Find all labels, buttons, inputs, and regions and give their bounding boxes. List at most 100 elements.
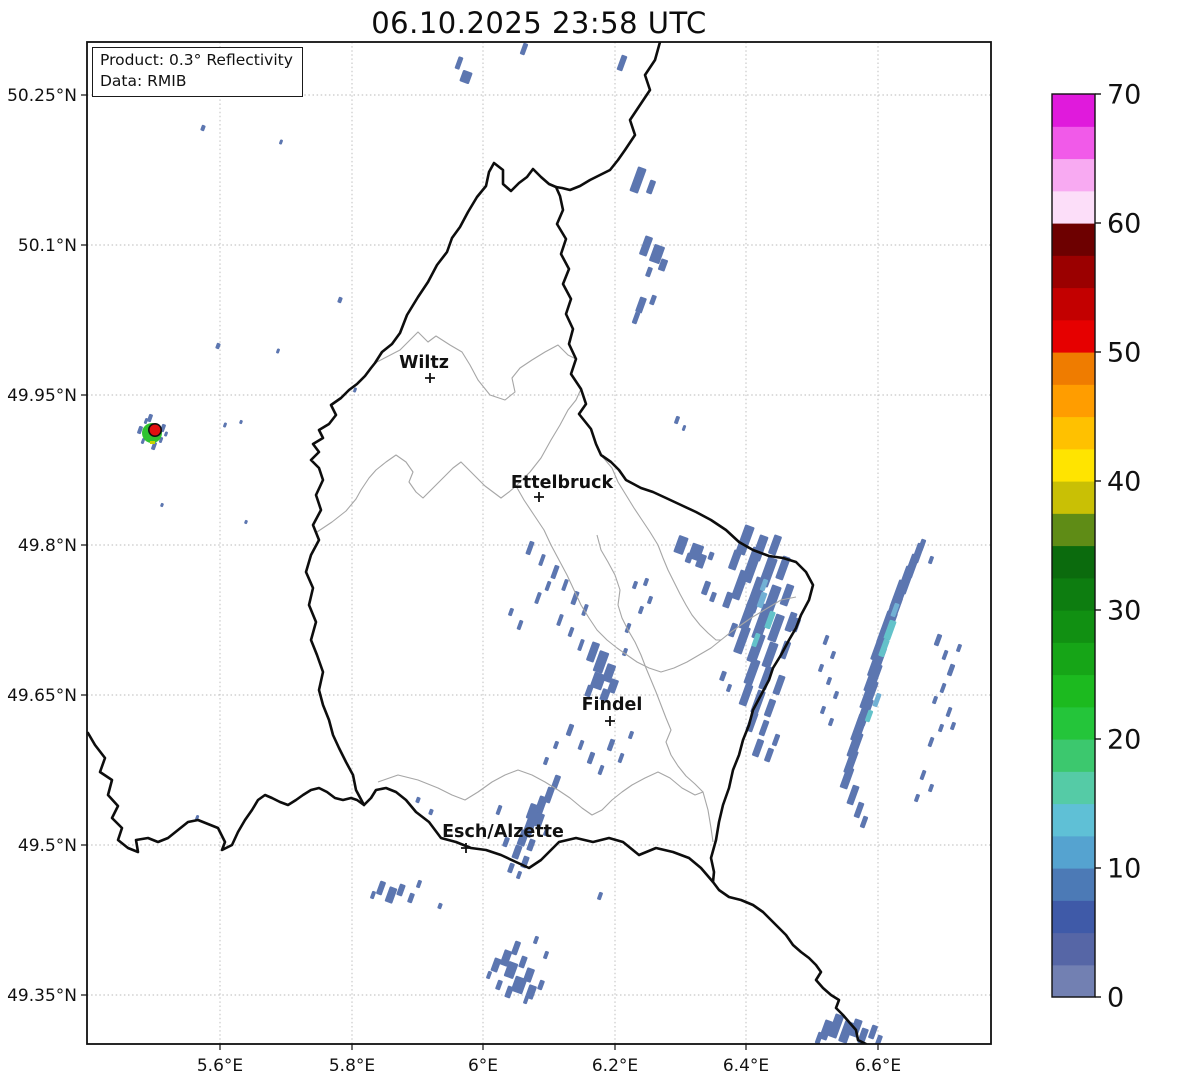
echo-cell (518, 955, 528, 969)
echo-cell (553, 740, 559, 750)
product-label: Product: 0.3° Reflectivity (100, 51, 293, 69)
echo-cell (370, 890, 376, 900)
colorbar-band (1052, 771, 1095, 805)
colorbar: 706050403020100dBZ (1051, 80, 1184, 1014)
colorbar-band (1052, 416, 1095, 450)
echo-cell (649, 294, 657, 306)
echo-cell (830, 650, 836, 660)
plot-frame (86, 41, 992, 1045)
city-label: Ettelbruck (511, 473, 614, 493)
echo-cell (617, 752, 625, 764)
echo-cell (635, 296, 647, 314)
echo-cell (828, 717, 834, 727)
echo-cell (647, 595, 653, 605)
echo-cell (543, 950, 549, 960)
echo-cell (223, 422, 227, 428)
echo-cell (826, 676, 832, 686)
echo-cell (822, 634, 830, 646)
colorbar-band (1052, 964, 1095, 998)
echo-cell (428, 808, 434, 816)
echo-cell (629, 166, 647, 194)
echo-cell (556, 614, 564, 626)
echo-cell (639, 235, 653, 257)
echo-cell (337, 296, 343, 304)
echo-cell (946, 663, 956, 677)
echo-cell (846, 784, 860, 806)
echo-cell (561, 579, 569, 591)
colorbar-band (1052, 448, 1095, 482)
echo-cell (914, 793, 920, 803)
radar-figure: Wiltz Ettelbruck Findel Esch/Alzette 50.25°N… (0, 0, 1184, 1081)
echo-cell (730, 569, 750, 601)
figure-title: 06.10.2025 23:58 UTC (371, 6, 707, 40)
echo-cell (941, 649, 949, 661)
city-marker (425, 373, 435, 383)
colorbar-band (1052, 94, 1095, 127)
canton-border-line (316, 454, 517, 533)
echo-cell (645, 266, 653, 278)
canton-borders (316, 331, 797, 843)
echo-cell (707, 551, 715, 561)
echo-cell (956, 643, 962, 653)
echo-cell (643, 577, 649, 587)
echo-cell (200, 124, 206, 132)
colorbar-tick-label: 30 (1107, 596, 1141, 627)
colorbar-band (1052, 674, 1095, 708)
colorbar-band (1052, 706, 1095, 740)
echo-cell (577, 739, 585, 751)
echo-cell (919, 769, 927, 781)
product-info-box: Product: 0.3° Reflectivity Data: RMIB (92, 47, 303, 97)
echo-cell (701, 580, 711, 596)
echo-cell (681, 425, 687, 431)
echo-cell (459, 69, 473, 85)
echo-cell (519, 42, 529, 56)
colorbar-tick-label: 60 (1107, 209, 1141, 240)
echo-cell (616, 54, 628, 72)
echo-cell (511, 844, 523, 860)
echo-cell (709, 591, 717, 603)
echo-cell (674, 415, 680, 425)
echo-cell (516, 619, 524, 631)
radar-site-marker (142, 422, 163, 444)
radar-site-fleck (150, 441, 155, 444)
lon-tick-label: 6.4°E (723, 1056, 769, 1076)
lon-tick-label: 6.6°E (855, 1056, 901, 1076)
echo-cell (415, 796, 421, 804)
echo-cell (147, 413, 153, 423)
lat-tick-label: 50.25°N (7, 86, 77, 106)
city-marker (605, 716, 615, 726)
echo-cell (719, 670, 727, 682)
echo-cell (945, 706, 953, 718)
echo-cell (577, 639, 585, 651)
echo-cell (504, 985, 514, 999)
colorbar-band (1052, 287, 1095, 321)
lat-tick-label: 49.95°N (7, 386, 77, 406)
colorbar-band (1052, 739, 1095, 772)
city-marker (534, 492, 544, 502)
echo-cell (511, 940, 521, 956)
echo-cell (751, 738, 765, 758)
city-labels: Wiltz Ettelbruck Findel Esch/Alzette (399, 353, 642, 853)
colorbar-band (1052, 577, 1095, 611)
colorbar-band (1052, 158, 1095, 192)
echo-cell (938, 723, 944, 733)
echo-cell (160, 502, 164, 508)
echo-cell (868, 1024, 878, 1040)
echo-cell (525, 540, 535, 556)
city-label: Esch/Alzette (442, 822, 564, 842)
echo-cell (646, 179, 656, 195)
echo-cell (396, 883, 406, 897)
colorbar-tick-label: 50 (1107, 338, 1141, 369)
radar-site-core (148, 422, 163, 437)
city-label: Wiltz (399, 353, 449, 373)
echo-cell (597, 764, 605, 776)
echo-cell (508, 607, 514, 617)
colorbar-band (1052, 868, 1095, 901)
echo-cell (416, 879, 422, 889)
echo-cell (523, 995, 529, 1005)
echo-cell (495, 804, 503, 816)
country-borders (87, 42, 868, 1044)
echo-cell (586, 751, 596, 765)
echo-cell (606, 738, 616, 752)
echo-cell (376, 880, 386, 896)
